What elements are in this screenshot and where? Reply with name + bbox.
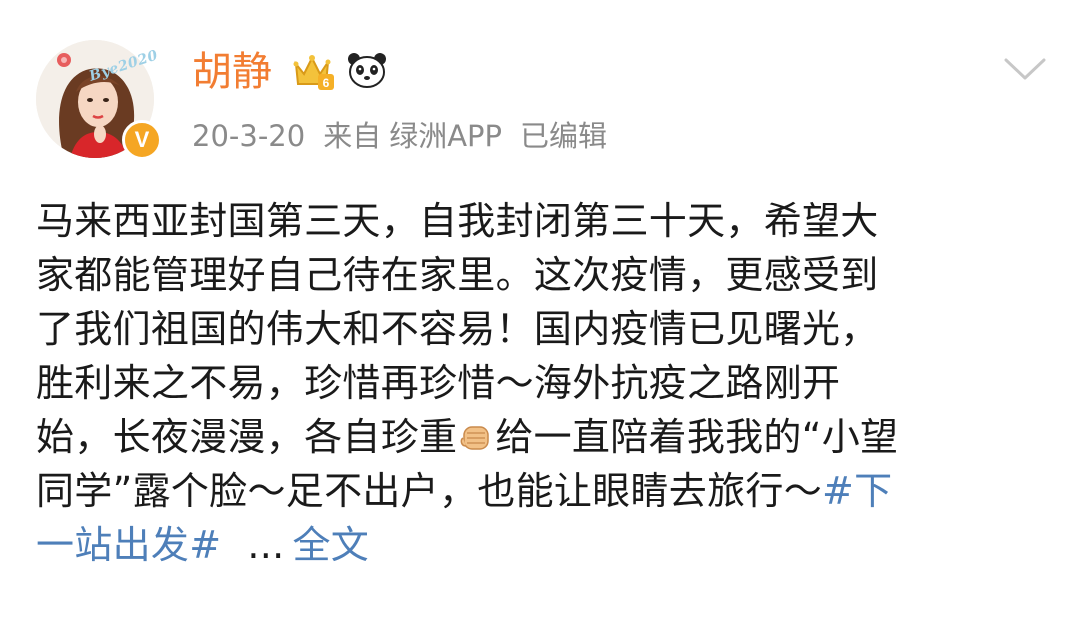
fist-emoji-icon bbox=[457, 416, 495, 454]
crown-level: 6 bbox=[323, 76, 330, 90]
post-body: 马来西亚封国第三天，自我封闭第三十天，希望大 家都能管理好自己待在家里。这次疫情… bbox=[36, 194, 1046, 572]
line6-text: 同学”露个脸～足不出户，也能让眼睛去旅行～ bbox=[36, 469, 822, 513]
post-meta: 20-3-20 来自 绿洲APP 已编辑 bbox=[192, 116, 625, 156]
chevron-down-icon[interactable] bbox=[1000, 52, 1050, 86]
line5-before-emoji: 始，长夜漫漫，各自珍重 bbox=[36, 415, 458, 459]
post-body-line: 马来西亚封国第三天，自我封闭第三十天，希望大 bbox=[36, 199, 879, 243]
hashtag-link-continued[interactable]: 一站出发# bbox=[36, 523, 221, 567]
hashtag-link[interactable]: #下 bbox=[822, 469, 892, 513]
source-prefix: 来自 bbox=[323, 119, 382, 153]
panda-icon[interactable] bbox=[346, 50, 388, 90]
username[interactable]: 胡静 bbox=[192, 48, 272, 96]
timestamp[interactable]: 20-3-20 bbox=[192, 119, 305, 153]
post-body-line: 了我们祖国的伟大和不容易！国内疫情已见曙光， bbox=[36, 307, 879, 351]
post-header: Bye2020 V 胡静 6 20-3-20 来自 绿洲APP 已编辑 bbox=[0, 0, 1078, 180]
ellipsis: ... bbox=[247, 523, 285, 567]
avatar[interactable]: Bye2020 V bbox=[36, 40, 162, 164]
crown-level-badge-icon[interactable]: 6 bbox=[292, 52, 336, 92]
post-body-line: 家都能管理好自己待在家里。这次疫情，更感受到 bbox=[36, 253, 879, 297]
edited-label[interactable]: 已编辑 bbox=[520, 119, 607, 153]
post-body-line: 胜利来之不易，珍惜再珍惜～海外抗疫之路刚开 bbox=[36, 361, 841, 405]
post-body-line-6: 同学”露个脸～足不出户，也能让眼睛去旅行～#下 bbox=[36, 464, 1046, 518]
full-text-link[interactable]: 全文 bbox=[292, 523, 369, 567]
verified-mark: V bbox=[134, 127, 150, 152]
post-body-line-5: 始，长夜漫漫，各自珍重 给一直陪着我我的“小望 bbox=[36, 410, 1046, 464]
source-app[interactable]: 绿洲APP bbox=[389, 119, 502, 153]
post-body-line-7: 一站出发#... 全文 bbox=[36, 518, 1046, 572]
line5-after-emoji: 给一直陪着我我的“小望 bbox=[495, 415, 899, 459]
verified-v-icon: V bbox=[122, 120, 162, 160]
